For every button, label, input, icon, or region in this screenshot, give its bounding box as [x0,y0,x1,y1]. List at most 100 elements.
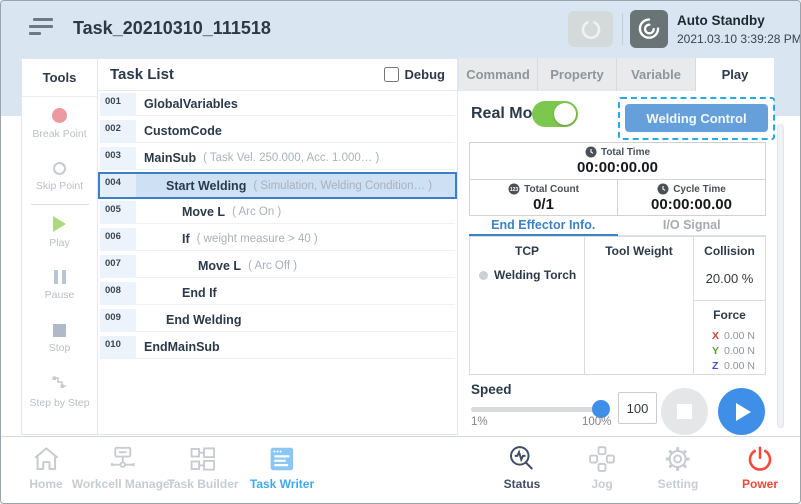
tool-break-point[interactable]: Break Point [22,97,97,150]
total-time-cell: Total Time 00:00:00.00 [470,143,765,180]
right-panel: Command Property Variable Play Real Mode… [458,58,801,436]
info-subtabs: End Effector Info. I/O Signal [469,216,766,236]
nav-power[interactable]: Power [742,444,778,491]
tab-variable[interactable]: Variable [617,58,696,91]
scrollbar[interactable] [777,124,784,428]
task-row-name: End Welding [166,313,241,327]
task-row[interactable]: 008 End If [98,280,457,307]
svg-text:123: 123 [510,187,519,193]
tool-skip-point[interactable]: Skip Point [22,150,97,203]
task-row-param: ( Task Vel. 250.000, Acc. 1.000… ) [203,152,379,164]
collision-force-column: Collision 20.00 % Force X0.00 N Y0.00 N … [694,237,765,374]
task-row-param: ( Arc On ) [232,206,281,218]
task-row[interactable]: 006 If( weight measure > 40 ) [98,226,457,253]
robot-mode-button[interactable] [630,10,668,48]
tab-property[interactable]: Property [538,58,617,91]
speed-slider-track[interactable] [471,407,608,412]
end-effector-info-box: TCP Welding Torch Tool Weight Collision … [469,236,766,375]
tools-divider [31,204,89,205]
task-list-header: Task List Debug [98,59,457,91]
robot-home-button[interactable] [568,11,613,47]
tab-play[interactable]: Play [696,58,774,91]
stop-run-button[interactable] [661,388,708,435]
toggle-knob [554,103,576,125]
task-row-number: 008 [100,282,136,305]
speed-label: Speed [471,382,512,397]
task-row-number: 006 [100,228,136,251]
tool-step-by-step[interactable]: Step by Step [22,365,97,418]
counter-icon: 123 [508,183,520,195]
header-divider [622,13,623,45]
tcp-item[interactable]: Welding Torch [470,258,584,282]
subtab-io-signal[interactable]: I/O Signal [618,216,767,236]
cycle-time-cell: Cycle Time 00:00:00.00 [618,180,765,215]
tool-stop[interactable]: Stop [22,312,97,365]
welding-control-button[interactable]: Welding Control [625,104,768,132]
bullet-icon [479,271,488,280]
task-row[interactable]: 002 CustomCode [98,118,457,145]
task-row[interactable]: 010 EndMainSub [98,334,457,361]
force-cell: Force X0.00 N Y0.00 N Z0.00 N [694,301,765,372]
clock-icon [657,183,669,195]
task-row-selected[interactable]: 004 Start Welding( Simulation, Welding C… [98,172,457,199]
task-row-number: 002 [100,120,136,143]
task-list-title: Task List [110,66,174,83]
tcp-column: TCP Welding Torch [470,237,585,374]
tool-weight-header: Tool Weight [585,237,693,258]
task-row[interactable]: 009 End Welding [98,307,457,334]
task-row-name: If [182,232,190,246]
tool-play[interactable]: Play [22,206,97,259]
app-window: Task_20210310_111518 Auto Standby 2021.0… [0,0,801,504]
real-mode-toggle[interactable] [532,101,578,127]
nav-status[interactable]: Status [504,444,541,491]
task-row[interactable]: 003 MainSub( Task Vel. 250.000, Acc. 1.0… [98,145,457,172]
robot-state-label: Auto Standby [677,13,801,30]
task-row-name: Move L [198,259,241,273]
break-point-icon [52,108,67,123]
task-writer-icon [267,444,297,474]
task-row-number: 010 [100,336,136,359]
nav-setting[interactable]: Setting [658,444,699,491]
task-row-name: EndMainSub [144,340,220,354]
play-icon [53,216,66,232]
tool-pause[interactable]: Pause [22,259,97,312]
nav-home[interactable]: Home [29,444,62,491]
tab-command[interactable]: Command [459,58,538,91]
tcp-header: TCP [470,237,584,258]
nav-task-builder[interactable]: Task Builder [167,444,238,491]
task-row[interactable]: 001 GlobalVariables [98,91,457,118]
robot-arc-icon [579,17,603,41]
speed-input[interactable] [618,392,657,424]
menu-icon[interactable] [29,18,55,40]
header: Task_20210310_111518 Auto Standby 2021.0… [1,1,801,58]
task-row-name: GlobalVariables [144,97,238,111]
task-row-number: 009 [100,309,136,332]
workcell-manager-icon [108,444,138,474]
debug-checkbox[interactable] [384,67,399,82]
setting-icon [663,444,693,474]
nav-workcell-manager[interactable]: Workcell Manager [72,444,174,491]
task-row-name: Move L [182,205,225,219]
power-icon [745,444,775,474]
cycle-time-value: 00:00:00.00 [618,196,765,213]
play-run-button[interactable] [718,388,765,435]
doosan-swirl-icon [634,14,664,44]
task-row-number: 003 [100,147,136,170]
speed-max-label: 100% [582,416,611,428]
task-row-name: End If [182,286,217,300]
subtab-end-effector-info[interactable]: End Effector Info. [469,216,618,236]
tool-weight-column: Tool Weight [585,237,694,374]
task-row[interactable]: 007 Move L( Arc Off ) [98,253,457,280]
task-row[interactable]: 005 Move L ( Arc On ) [98,199,457,226]
nav-task-writer[interactable]: Task Writer [250,444,314,491]
total-count-cell: 123 Total Count 0/1 [470,180,618,215]
collision-value: 20.00 % [694,271,765,286]
nav-jog[interactable]: Jog [587,444,617,491]
task-row-number: 005 [100,201,136,224]
tools-title: Tools [22,59,97,97]
play-triangle-icon [736,403,751,421]
page-title: Task_20210310_111518 [73,18,271,39]
debug-label: Debug [405,67,445,82]
task-list-panel: Task List Debug 001 GlobalVariables 002 … [97,58,458,435]
speed-min-label: 1% [471,416,488,428]
